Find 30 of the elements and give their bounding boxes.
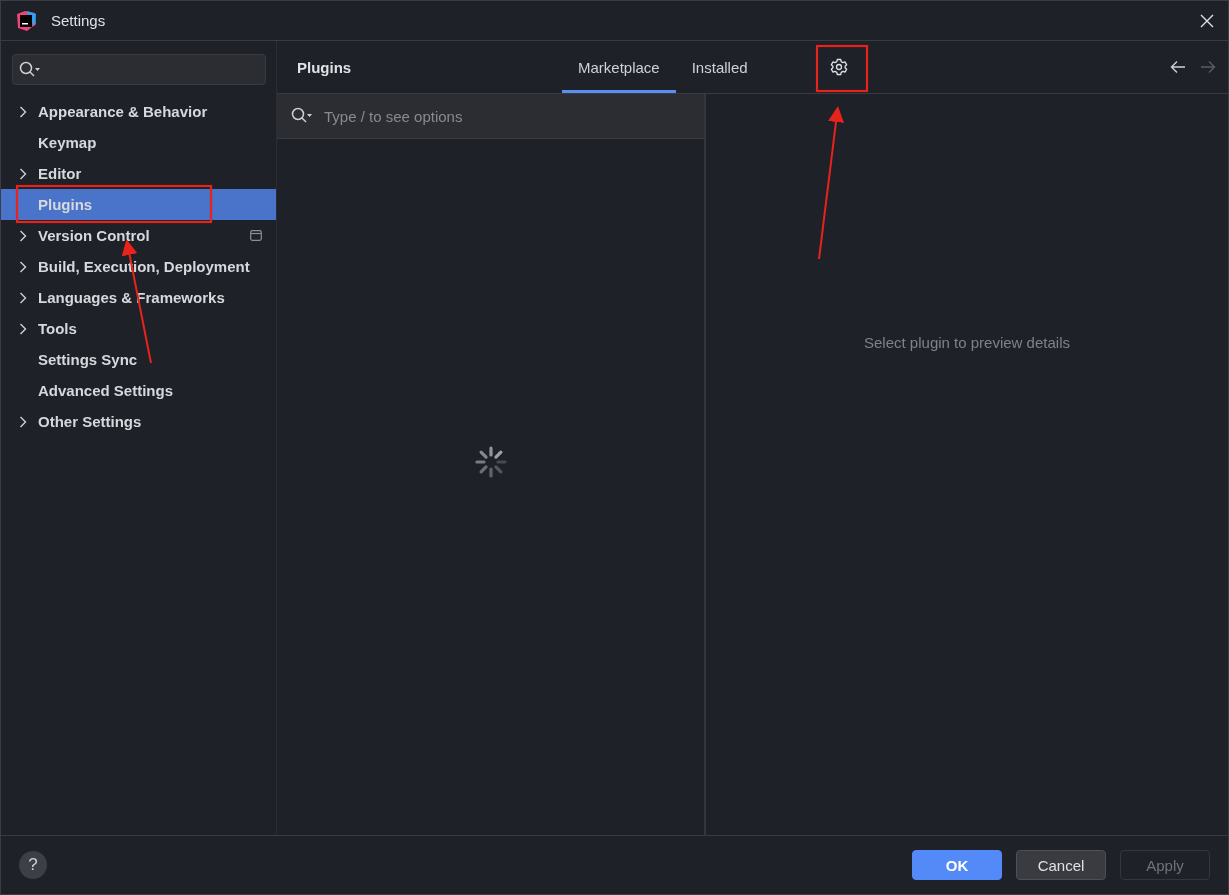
search-field[interactable] xyxy=(12,54,266,85)
app-logo-icon xyxy=(15,9,37,32)
settings-tree-item[interactable]: Keymap xyxy=(1,127,276,158)
settings-tree-item[interactable]: Version Control xyxy=(1,220,276,251)
loading-spinner-icon xyxy=(474,446,507,478)
settings-tree-item[interactable]: Other Settings xyxy=(1,406,276,437)
settings-tree-item[interactable]: Editor xyxy=(1,158,276,189)
chevron-right-icon xyxy=(19,291,27,304)
chevron-right-icon xyxy=(19,105,27,118)
close-icon[interactable] xyxy=(1200,13,1214,28)
settings-tree-item[interactable]: Tools xyxy=(1,313,276,344)
chevron-right-icon xyxy=(19,260,27,273)
chevron-right-icon xyxy=(19,229,27,242)
chevron-right-icon xyxy=(19,167,27,180)
annotation-box xyxy=(815,44,869,93)
plugin-search-field[interactable]: Type / to see options xyxy=(277,94,704,139)
window-title: Settings xyxy=(51,12,106,29)
settings-tree-item[interactable]: Appearance & Behavior xyxy=(1,96,276,127)
settings-tree-item[interactable]: Settings Sync xyxy=(1,344,276,375)
page-title: Plugins xyxy=(297,58,353,76)
help-button[interactable]: ? xyxy=(19,851,47,879)
settings-icon[interactable] xyxy=(829,58,848,76)
tab[interactable]: Installed xyxy=(675,41,764,93)
search-icon xyxy=(19,60,41,79)
chevron-right-icon xyxy=(19,415,27,428)
chevron-right-icon xyxy=(19,322,27,335)
empty-details-text: Select plugin to preview details xyxy=(864,334,1070,353)
back-arrow-icon[interactable] xyxy=(1170,60,1186,74)
settings-tree-item[interactable]: Advanced Settings xyxy=(1,375,276,406)
dialog-button[interactable]: Cancel xyxy=(1016,850,1106,880)
